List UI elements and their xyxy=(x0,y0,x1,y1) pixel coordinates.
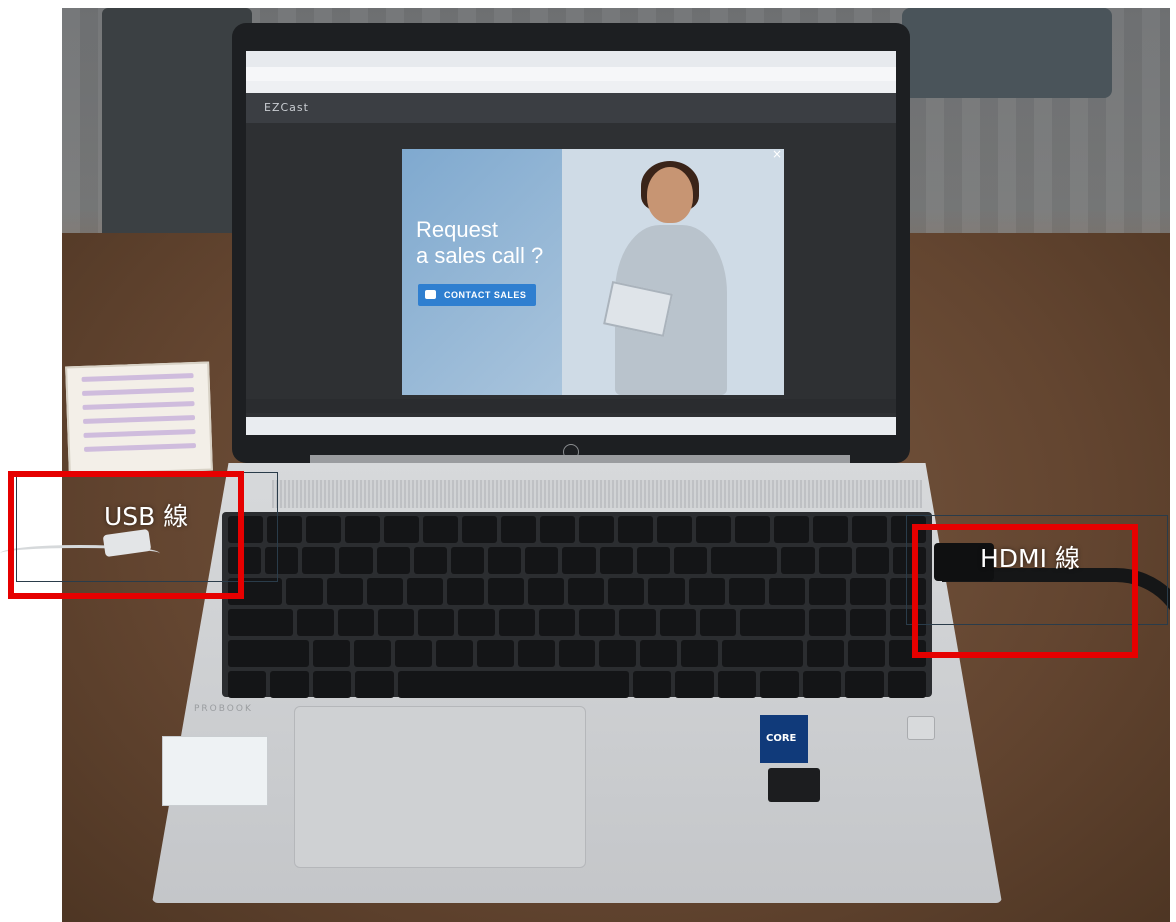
laptop-photo: EZCast × Request a sales call ? CONTACT … xyxy=(62,8,1170,922)
hdmi-label: HDMI 線 xyxy=(980,544,1080,573)
browser-address-bar xyxy=(246,67,896,81)
chair-right xyxy=(902,8,1112,98)
cpu-badge-text: CORE xyxy=(766,733,797,744)
browser-tab-strip xyxy=(246,51,896,67)
chat-icon xyxy=(425,290,436,299)
intel-core-badge: CORE xyxy=(760,715,808,763)
woman-photo xyxy=(603,161,737,395)
laptop-screen: EZCast × Request a sales call ? CONTACT … xyxy=(246,51,896,435)
contact-sales-label: CONTACT SALES xyxy=(444,290,527,300)
model-name: PROBOOK xyxy=(194,704,253,714)
laptop-lid: EZCast × Request a sales call ? CONTACT … xyxy=(232,23,910,463)
usb-highlight-box xyxy=(8,471,244,599)
browser-bookmarks-bar xyxy=(246,81,896,93)
website-nav-bar xyxy=(246,93,896,123)
popup-headline: Request a sales call ? xyxy=(416,217,543,269)
usb-label: USB 線 xyxy=(104,502,189,531)
woman-head xyxy=(647,167,693,223)
speaker-grille xyxy=(272,480,922,508)
page-caption-strip xyxy=(246,399,896,413)
sales-popup: × Request a sales call ? CONTACT SALES xyxy=(402,149,784,395)
security-badge xyxy=(768,768,820,802)
trackpad xyxy=(294,706,586,868)
site-logo: EZCast xyxy=(264,101,309,114)
contact-sales-button: CONTACT SALES xyxy=(418,284,537,306)
windows-taskbar xyxy=(246,417,896,435)
popup-close-icon: × xyxy=(771,149,782,161)
support-sticker xyxy=(162,736,268,806)
chair-left xyxy=(102,8,252,258)
popup-headline-line1: Request xyxy=(416,217,498,242)
popup-headline-line2: a sales call ? xyxy=(416,243,544,268)
fingerprint-reader xyxy=(907,716,935,740)
desk-sign xyxy=(65,361,213,476)
popup-blue-panel xyxy=(402,149,562,395)
keyboard xyxy=(222,512,932,698)
